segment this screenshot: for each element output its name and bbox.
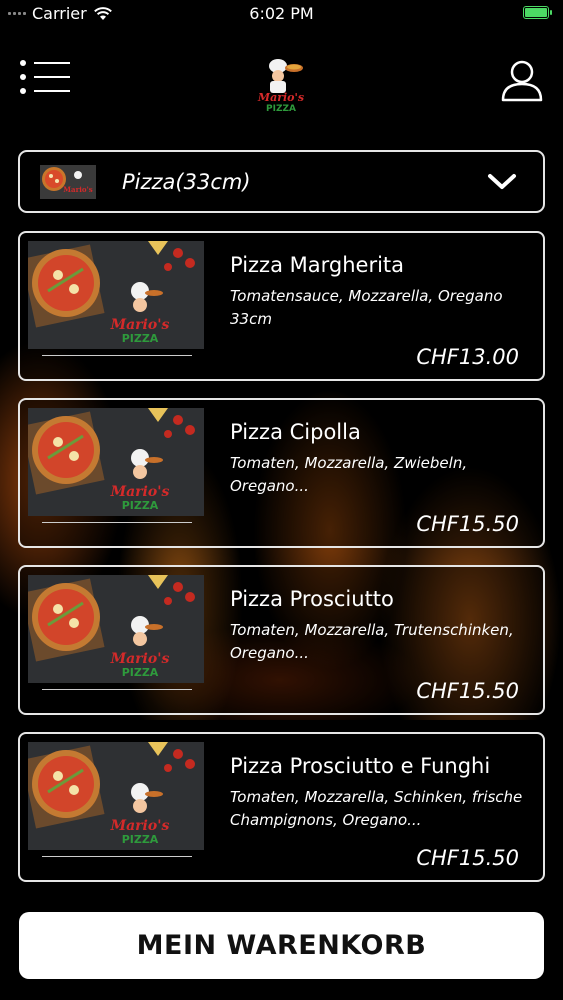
product-name: Pizza Prosciutto e Funghi [230, 754, 491, 778]
product-name: Pizza Cipolla [230, 420, 361, 444]
product-price: CHF15.50 [416, 512, 519, 536]
product-image: Mario's PIZZA [28, 742, 204, 850]
product-description: Tomaten, Mozzarella, Zwiebeln, Oregano..… [230, 454, 468, 495]
divider [42, 689, 192, 690]
svg-text:PIZZA: PIZZA [122, 332, 159, 345]
svg-text:Mario's: Mario's [110, 484, 170, 500]
cart-button[interactable]: MEIN WARENKORB [19, 912, 544, 979]
product-card[interactable]: Mario's PIZZA Pizza Margherita Tomatensa… [18, 231, 545, 381]
svg-text:Mario's: Mario's [110, 317, 170, 333]
product-price: CHF15.50 [416, 846, 519, 870]
product-card[interactable]: Mario's PIZZA Pizza Cipolla Tomaten, Moz… [18, 398, 545, 548]
svg-text:PIZZA: PIZZA [122, 666, 159, 679]
svg-text:PIZZA: PIZZA [122, 833, 159, 846]
product-name: Pizza Margherita [230, 253, 405, 277]
product-price: CHF15.50 [416, 679, 519, 703]
product-description: Tomatensauce, Mozzarella, Oregano 33cm [230, 287, 503, 328]
battery-icon [523, 6, 552, 19]
product-card[interactable]: Mario's PIZZA Pizza Prosciutto e Funghi … [18, 732, 545, 882]
product-name: Pizza Prosciutto [230, 587, 394, 611]
product-card[interactable]: Mario's PIZZA Pizza Prosciutto Tomaten, … [18, 565, 545, 715]
menu-button[interactable] [20, 58, 72, 98]
product-description: Tomaten, Mozzarella, Trutenschinken, Ore… [230, 621, 514, 662]
product-description: Tomaten, Mozzarella, Schinken, frische C… [230, 788, 523, 829]
svg-text:Mario's: Mario's [110, 818, 170, 834]
svg-text:PIZZA: PIZZA [122, 499, 159, 512]
divider [42, 856, 192, 857]
top-bar: Mario's PIZZA [0, 40, 563, 120]
product-image: Mario's PIZZA [28, 241, 204, 349]
category-label: Pizza(33cm) [122, 170, 251, 194]
svg-text:Mario's: Mario's [257, 91, 304, 104]
user-icon[interactable] [500, 58, 544, 102]
marios-pizza-logo: Mario's PIZZA [257, 59, 304, 112]
status-bar: Carrier 6:02 PM [0, 0, 563, 30]
product-image: Mario's PIZZA [28, 575, 204, 683]
product-price: CHF13.00 [416, 345, 519, 369]
svg-text:Mario's: Mario's [63, 185, 92, 194]
status-time: 6:02 PM [249, 4, 314, 23]
category-thumbnail: Mario's [40, 165, 96, 199]
menu-icon [20, 58, 72, 68]
divider [42, 355, 192, 356]
chevron-down-icon [488, 174, 516, 189]
divider [42, 522, 192, 523]
svg-text:PIZZA: PIZZA [266, 104, 296, 112]
svg-text:Mario's: Mario's [110, 651, 170, 667]
category-dropdown[interactable]: Mario's Pizza(33cm) [18, 150, 545, 213]
product-image: Mario's PIZZA [28, 408, 204, 516]
